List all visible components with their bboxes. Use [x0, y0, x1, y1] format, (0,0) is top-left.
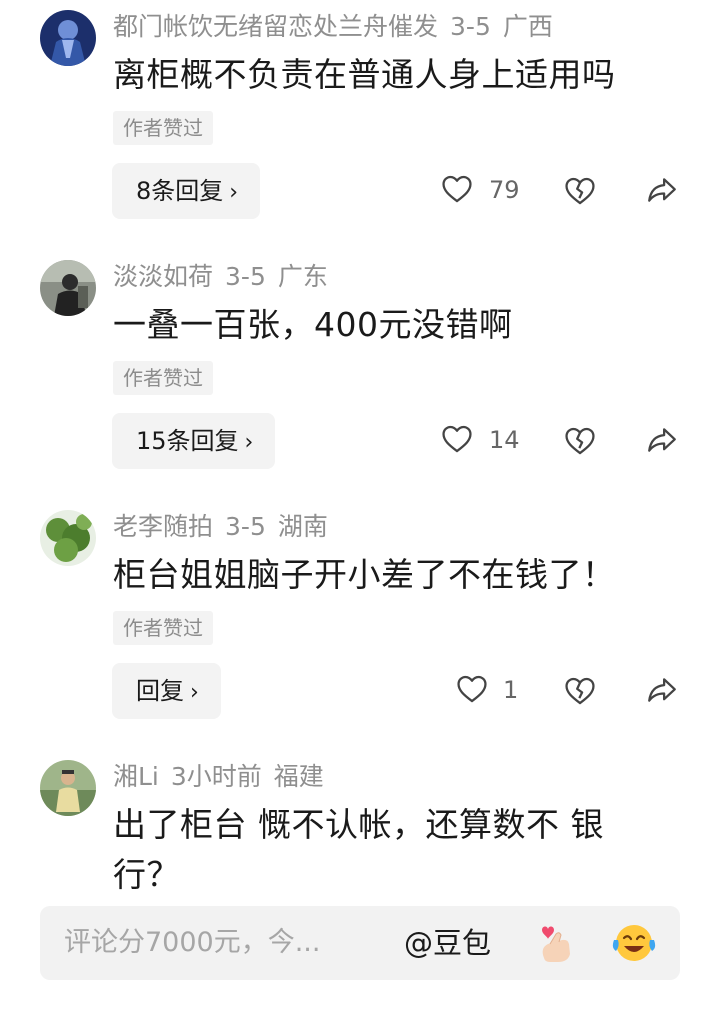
- reply-label: 回复: [136, 677, 184, 705]
- username[interactable]: 老李随拍: [113, 512, 213, 541]
- comment-meta: 淡淡如荷 3-5 广东: [113, 261, 340, 293]
- author-liked-badge: 作者赞过: [113, 361, 213, 395]
- reply-count-label: 15条回复: [136, 427, 239, 455]
- mention-doubao-button[interactable]: @豆包: [404, 906, 491, 980]
- comment-text: 出了柜台 慨不认帐，还算数不 银 行？: [113, 800, 673, 900]
- comment-input-placeholder[interactable]: 评论分7000元，今...: [64, 906, 320, 980]
- comment-date: 3-5: [225, 512, 266, 541]
- avatar[interactable]: [40, 760, 96, 816]
- author-liked-badge: 作者赞过: [113, 111, 213, 145]
- reply-count-label: 8条回复: [136, 177, 224, 205]
- comment-date: 3-5: [225, 262, 266, 291]
- reply-button[interactable]: 回复 ›: [112, 663, 221, 719]
- like-count: 14: [489, 426, 520, 454]
- avatar[interactable]: [40, 10, 96, 66]
- avatar[interactable]: [40, 260, 96, 316]
- dislike-icon[interactable]: [563, 674, 597, 712]
- share-icon[interactable]: [644, 423, 680, 461]
- comment-date: 3-5: [450, 12, 491, 41]
- comment-meta: 老李随拍 3-5 湖南: [113, 511, 340, 543]
- view-replies-button[interactable]: 15条回复 ›: [112, 413, 276, 469]
- comment-input-bar[interactable]: 评论分7000元，今... @豆包: [40, 906, 680, 980]
- like-icon[interactable]: [440, 422, 474, 460]
- comment-location: 湖南: [277, 512, 328, 541]
- comment-text: 柜台姐姐脑子开小差了不在钱了！: [113, 555, 616, 594]
- like-count: 1: [503, 676, 519, 704]
- comment-location: 福建: [273, 762, 324, 791]
- dislike-icon[interactable]: [563, 174, 597, 212]
- username[interactable]: 湘Li: [113, 762, 159, 791]
- comment-location: 广西: [502, 12, 553, 41]
- view-replies-button[interactable]: 8条回复 ›: [112, 163, 261, 219]
- comment-meta: 湘Li 3小时前 福建: [113, 761, 336, 793]
- comment-location: 广东: [277, 262, 328, 291]
- like-icon[interactable]: [455, 672, 489, 710]
- chevron-right-icon: ›: [190, 680, 199, 705]
- avatar[interactable]: [40, 510, 96, 566]
- share-icon[interactable]: [644, 673, 680, 711]
- laughing-emoji-icon[interactable]: [610, 920, 658, 970]
- finger-heart-emoji-icon[interactable]: [532, 920, 578, 970]
- username[interactable]: 都门帐饮无绪留恋处兰舟催发: [113, 12, 438, 41]
- comment-date: 3小时前: [170, 762, 262, 791]
- share-icon[interactable]: [644, 173, 680, 211]
- author-liked-badge: 作者赞过: [113, 611, 213, 645]
- comment-text-line: 行？: [113, 855, 180, 894]
- comment-text-line: 出了柜台 慨不认帐，还算数不 银: [113, 805, 604, 844]
- username[interactable]: 淡淡如荷: [113, 262, 213, 291]
- chevron-right-icon: ›: [244, 430, 254, 455]
- comment-text: 离柜概不负责在普通人身上适用吗: [113, 55, 616, 94]
- dislike-icon[interactable]: [563, 424, 597, 462]
- chevron-right-icon: ›: [229, 180, 239, 205]
- like-icon[interactable]: [440, 172, 474, 210]
- like-count: 79: [489, 176, 520, 204]
- comment-text: 一叠一百张，400元没错啊: [113, 305, 513, 344]
- comment-meta: 都门帐饮无绪留恋处兰舟催发 3-5 广西: [113, 11, 565, 43]
